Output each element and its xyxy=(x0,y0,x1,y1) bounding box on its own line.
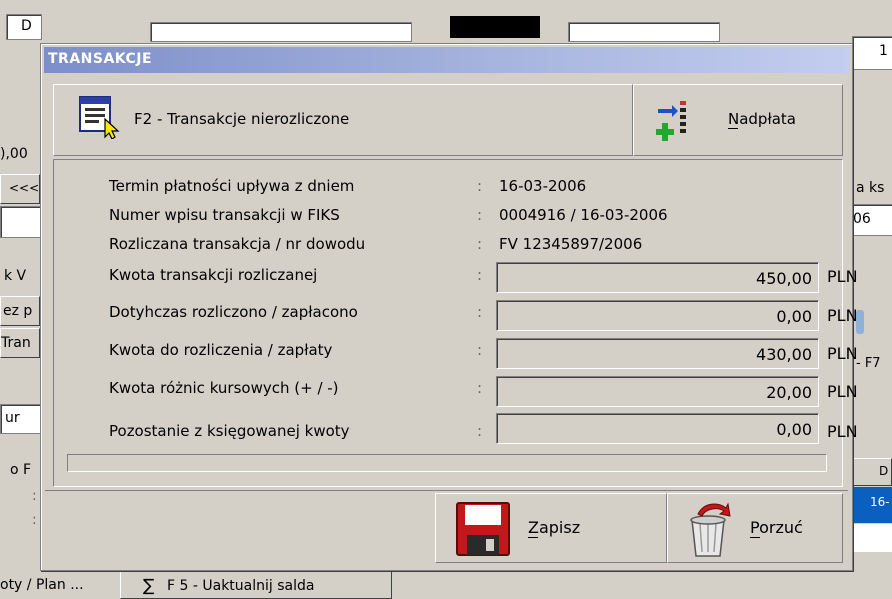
settled-so-far-field: 0,00 xyxy=(496,300,819,331)
bg-tab-f5[interactable]: ∑ F 5 - Uaktualnij salda xyxy=(120,571,392,599)
bg-tab-left[interactable]: oty / Plan ... xyxy=(0,577,84,593)
settled-so-far-colon: : xyxy=(477,303,483,321)
bg-label-left-3: Tran xyxy=(1,335,31,351)
bg-field-mid[interactable] xyxy=(150,22,412,42)
transaction-amount-currency: PLN xyxy=(827,267,858,286)
due-date-value: 16-03-2006 xyxy=(499,177,587,195)
transactions-dialog: TRANSAKCJE F2 - Transakcje nierozliczone xyxy=(40,43,858,571)
save-underline xyxy=(528,537,538,538)
bg-field-left3[interactable]: ur xyxy=(0,404,42,434)
bg-logo xyxy=(450,16,540,38)
bg-label-left-4: ur xyxy=(5,410,20,426)
progress-bar xyxy=(67,454,827,472)
trash-bin-icon xyxy=(682,500,734,562)
bg-btn-left-3[interactable]: Tran xyxy=(0,328,40,358)
dialog-title: TRANSAKCJE xyxy=(48,51,153,67)
bg-col-header[interactable]: D xyxy=(852,458,892,486)
transaction-doc-colon: : xyxy=(477,235,483,253)
fx-difference-field[interactable]: 20,00 xyxy=(496,376,819,407)
overpayment-label: Nadpłata xyxy=(728,110,796,128)
remaining-amount-label: Pozostanie z księgowanej kwoty xyxy=(109,422,350,440)
bg-field-left-text: D xyxy=(21,18,32,34)
save-button[interactable]: Zapisz xyxy=(435,493,667,563)
remaining-amount-colon: : xyxy=(477,422,483,440)
footer-divider xyxy=(45,490,848,492)
amount-to-settle-currency: PLN xyxy=(827,344,858,363)
floppy-disk-icon xyxy=(456,502,510,560)
bg-field-left[interactable]: D xyxy=(6,14,42,40)
transaction-doc-label: Rozliczana transakcja / nr dowodu xyxy=(109,235,366,253)
bg-label-right-1: a ks xyxy=(856,180,885,196)
bg-selected-cell[interactable]: 16- xyxy=(852,487,892,523)
remaining-amount-currency: PLN xyxy=(827,422,858,441)
bg-label-f7: - F7 xyxy=(856,356,881,371)
bg-field-right-text: 1 xyxy=(879,43,888,59)
transaction-doc-value: FV 12345897/2006 xyxy=(499,235,643,253)
fx-difference-value: 20,00 xyxy=(766,383,812,402)
remaining-amount-value: 0,00 xyxy=(776,420,812,439)
bg-btn-left-2[interactable]: ez p xyxy=(0,296,40,326)
amount-to-settle-field[interactable]: 430,00 xyxy=(496,338,819,369)
fiks-entry-colon: : xyxy=(477,206,483,224)
bg-field-mid2[interactable] xyxy=(568,22,720,42)
overpayment-underline xyxy=(728,128,738,129)
transaction-amount-colon: : xyxy=(477,266,483,284)
bg-nav-button[interactable]: <<< xyxy=(0,174,40,204)
amount-to-settle-label: Kwota do rozliczenia / zapłaty xyxy=(109,341,333,359)
discard-label: Porzuć xyxy=(750,518,803,537)
discard-underline xyxy=(750,537,760,538)
amount-to-settle-colon: : xyxy=(477,341,483,359)
fiks-entry-label: Numer wpisu transakcji w FIKS xyxy=(109,206,340,224)
bg-cell-text: 16- xyxy=(870,495,890,509)
bg-field-right2[interactable]: 06 xyxy=(852,204,892,236)
bg-cell-white xyxy=(852,524,892,552)
fx-difference-currency: PLN xyxy=(827,382,858,401)
settled-so-far-label: Dotyhczas rozliczono / zapłacono xyxy=(109,303,358,321)
amount-to-settle-value: 430,00 xyxy=(756,345,812,364)
document-cursor-icon xyxy=(78,95,122,143)
transaction-amount-label: Kwota transakcji rozliczanej xyxy=(109,266,318,284)
overpayment-button[interactable]: Nadpłata xyxy=(633,84,843,156)
transaction-amount-value: 450,00 xyxy=(756,269,812,288)
discard-button[interactable]: Porzuć xyxy=(667,493,843,563)
unsettled-transactions-label: F2 - Transakcje nierozliczone xyxy=(134,110,350,128)
save-label: Zapisz xyxy=(528,518,581,537)
settled-so-far-value: 0,00 xyxy=(776,307,812,326)
bg-nav-text: <<< xyxy=(9,181,40,195)
dialog-titlebar[interactable]: TRANSAKCJE xyxy=(44,47,849,73)
bg-label-left-1: k V xyxy=(4,268,27,284)
bg-label-right-2: 06 xyxy=(853,211,871,227)
remaining-amount-field: 0,00 xyxy=(496,413,819,444)
bg-colon-2: : xyxy=(32,512,37,528)
bg-amount: ),00 xyxy=(0,146,28,162)
bg-field-left2[interactable] xyxy=(0,206,42,238)
settled-so-far-currency: PLN xyxy=(827,306,858,325)
fx-difference-colon: : xyxy=(477,379,483,397)
bg-field-right[interactable]: 1 xyxy=(852,36,892,70)
fx-difference-label: Kwota różnic kursowych (+ / -) xyxy=(109,379,339,397)
bg-tab-f5-label: F 5 - Uaktualnij salda xyxy=(167,578,315,594)
unsettled-transactions-button[interactable]: F2 - Transakcje nierozliczone xyxy=(53,84,633,156)
transaction-amount-field: 450,00 xyxy=(496,262,819,293)
sigma-icon: ∑ xyxy=(143,576,155,596)
due-date-label: Termin płatności upływa z dniem xyxy=(109,177,355,195)
fiks-entry-value: 0004916 / 16-03-2006 xyxy=(499,206,668,224)
bg-colon-1: : xyxy=(32,488,37,504)
due-date-colon: : xyxy=(477,177,483,195)
bg-label-left-2: ez p xyxy=(3,303,33,319)
bg-label-left-5: o F xyxy=(10,462,32,478)
list-arrow-plus-icon xyxy=(656,99,692,147)
bg-col-header-text: D xyxy=(879,464,889,478)
